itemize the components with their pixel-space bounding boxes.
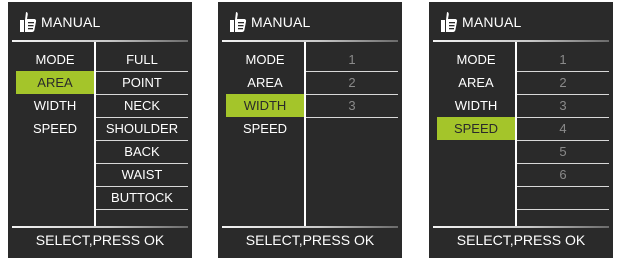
option-2[interactable]: 2 (306, 71, 398, 94)
menu-item-mode[interactable]: MODE (16, 48, 94, 71)
option-rule (517, 186, 609, 187)
option-point[interactable]: POINT (96, 71, 188, 94)
option-list: 1 2 3 4 5 6 (517, 42, 609, 226)
menu-item-speed[interactable]: SPEED (16, 117, 94, 140)
option-list: FULL POINT NECK SHOULDER BACK WAIST BUTT… (96, 42, 188, 226)
menu-item-mode[interactable]: MODE (226, 48, 304, 71)
screen-area: MANUAL MODE AREA WIDTH SPEED FULL POINT … (8, 2, 192, 258)
option-full[interactable]: FULL (96, 48, 188, 71)
page-title: MANUAL (462, 14, 522, 30)
footer-divider (433, 226, 609, 228)
option-3[interactable]: 3 (306, 94, 398, 117)
option-list: 1 2 3 (306, 42, 398, 226)
menu-list: MODE AREA WIDTH SPEED (429, 42, 515, 226)
footer-hint: SELECT,PRESS OK (456, 232, 586, 248)
option-2[interactable]: 2 (517, 71, 609, 94)
menu-item-mode[interactable]: MODE (437, 48, 515, 71)
option-4[interactable]: 4 (517, 117, 609, 140)
menu-item-width[interactable]: WIDTH (226, 94, 304, 117)
footer-hint: SELECT,PRESS OK (245, 232, 375, 248)
footer-divider (12, 226, 188, 228)
footer-hint: SELECT,PRESS OK (35, 232, 165, 248)
header: MANUAL (8, 2, 192, 40)
option-shoulder[interactable]: SHOULDER (96, 117, 188, 140)
menu-item-speed[interactable]: SPEED (226, 117, 304, 140)
menu-item-area[interactable]: AREA (16, 71, 94, 94)
page-title: MANUAL (41, 14, 101, 30)
option-waist[interactable]: WAIST (96, 163, 188, 186)
screen-width: MANUAL MODE AREA WIDTH SPEED 1 2 3 SELEC… (218, 2, 402, 258)
menu-item-area[interactable]: AREA (226, 71, 304, 94)
option-buttock[interactable]: BUTTOCK (96, 186, 188, 209)
header: MANUAL (429, 2, 613, 40)
menu-item-area[interactable]: AREA (437, 71, 515, 94)
header: MANUAL (218, 2, 402, 40)
thumbs-up-icon (230, 12, 247, 32)
option-rule (517, 209, 609, 210)
stage: MANUAL MODE AREA WIDTH SPEED FULL POINT … (0, 0, 620, 260)
option-back[interactable]: BACK (96, 140, 188, 163)
footer-divider (222, 226, 398, 228)
option-1[interactable]: 1 (306, 48, 398, 71)
option-rule (96, 209, 188, 210)
menu-item-speed[interactable]: SPEED (437, 117, 515, 140)
menu-item-width[interactable]: WIDTH (437, 94, 515, 117)
menu-item-width[interactable]: WIDTH (16, 94, 94, 117)
screen-speed: MANUAL MODE AREA WIDTH SPEED 1 2 3 4 5 6… (429, 2, 613, 258)
option-1[interactable]: 1 (517, 48, 609, 71)
option-rule (306, 117, 398, 118)
page-title: MANUAL (251, 14, 311, 30)
menu-list: MODE AREA WIDTH SPEED (8, 42, 94, 226)
menu-list: MODE AREA WIDTH SPEED (218, 42, 304, 226)
option-3[interactable]: 3 (517, 94, 609, 117)
option-neck[interactable]: NECK (96, 94, 188, 117)
thumbs-up-icon (20, 12, 37, 32)
option-6[interactable]: 6 (517, 163, 609, 186)
thumbs-up-icon (441, 12, 458, 32)
option-5[interactable]: 5 (517, 140, 609, 163)
